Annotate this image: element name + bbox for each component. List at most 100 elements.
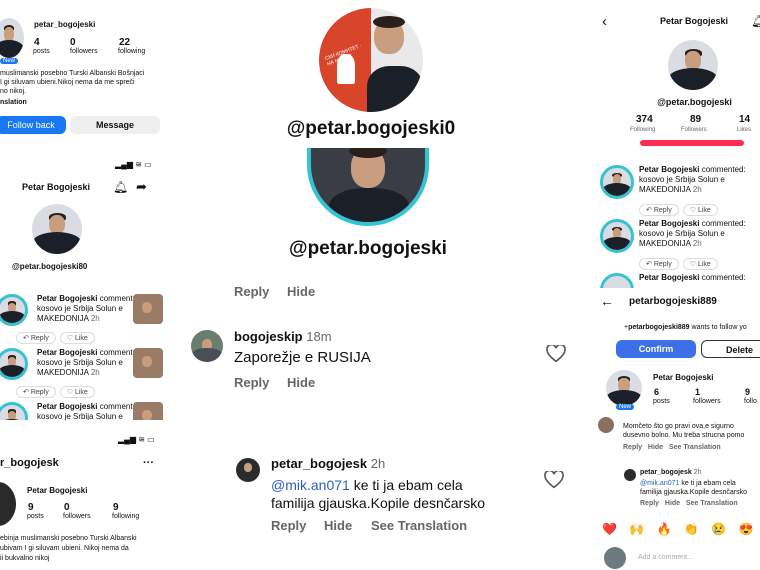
follow-request-text: +petarbogojeski889 wants to follow yo	[624, 324, 747, 331]
panel-profile-header-2: @petar.bogojeski ___ __ ___	[185, 148, 585, 278]
stat-following-value: 374	[636, 114, 653, 125]
avatar: СКИ КОМИТЕТ · НА НАРОД	[319, 8, 423, 112]
heart-eyes-emoji[interactable]: 😍	[738, 522, 753, 536]
like-button[interactable]: ♡ Like	[59, 332, 95, 344]
avatar	[668, 40, 718, 90]
like-button[interactable]: ♡ Like	[682, 258, 718, 270]
stat-following-label: Following	[630, 127, 656, 133]
follow-back-button[interactable]: Follow back	[0, 116, 66, 134]
video-thumbnail[interactable]	[133, 402, 163, 420]
list-item[interactable]: Petar Bogojeski commented: kosovo je Srbi…	[0, 292, 175, 344]
comment-header: petar_bogojesk 2h	[271, 456, 385, 471]
list-item[interactable]: Petar Bogojeski commented: kosovo je Srbi…	[592, 163, 760, 216]
stat-followers-label: Followers	[681, 127, 707, 133]
comment-text: Momčeto što go pravi ova,e sigurno dusevn…	[623, 423, 745, 439]
share-icon[interactable]: ➦	[136, 179, 147, 195]
comment-time: 18m	[306, 329, 332, 344]
confirm-button[interactable]: Confirm	[616, 340, 696, 358]
like-button[interactable]: ♡ Like	[682, 204, 718, 216]
hide-button[interactable]: Hide	[287, 284, 315, 299]
crying-emoji[interactable]: 😢	[711, 522, 726, 536]
like-button[interactable]: ♡ Like	[59, 386, 95, 398]
fire-emoji[interactable]: 🔥	[657, 522, 672, 536]
comment-input[interactable]: Add a comment...	[638, 554, 693, 561]
commenter-name: Petar Bogojeski	[37, 294, 98, 303]
comment-text: @mik.an071 ke ti ja ebam cela familija gj…	[271, 477, 485, 511]
profile-username: @petar.bogojeski0	[286, 118, 456, 139]
heart-emoji[interactable]: ❤️	[602, 522, 617, 536]
delete-button[interactable]: Delete	[701, 340, 760, 358]
profile-name: Petar Bogojeski	[27, 486, 88, 495]
commenter-name: Petar Bogojeski	[37, 402, 98, 411]
list-item[interactable]: Petar Bogojeski commented:	[592, 271, 760, 288]
profile-username: @petar.bogojeski	[657, 97, 732, 107]
reply-button[interactable]: Reply	[234, 375, 269, 390]
video-thumbnail[interactable]	[133, 294, 163, 324]
stat-following-label: follo	[744, 398, 757, 405]
list-item[interactable]: Petar Bogojeski commented: kosovo je Srbi…	[592, 217, 760, 270]
hide-button[interactable]: Hide	[665, 500, 680, 507]
reply-button[interactable]: ↶ Reply	[639, 258, 679, 270]
hide-button[interactable]: Hide	[648, 444, 663, 451]
bio-line: muslimanski posebno Turski Albanski Bošn…	[0, 70, 145, 77]
stat-followers-value: 89	[690, 114, 702, 125]
avatar	[0, 18, 24, 58]
raising-hands-emoji[interactable]: 🙌	[629, 522, 644, 536]
reply-button[interactable]: Reply	[234, 284, 269, 299]
list-item[interactable]: Petar Bogojeski commented: kosovo je Srbi…	[0, 400, 175, 420]
comment-text: @mik.an071 ke ti ja ebam cela familija gj…	[640, 480, 747, 496]
stat-posts-value: 4	[34, 37, 40, 48]
avatar	[598, 417, 614, 433]
avatar	[606, 370, 642, 406]
panel-profile-header-1: СКИ КОМИТЕТ · НА НАРОД @petar.bogojeski0	[185, 0, 585, 148]
stat-followers-label: followers	[70, 48, 98, 55]
mention-link[interactable]: @mik.an071	[640, 480, 679, 487]
comment-text: Zaporežje e RUSIJA	[234, 349, 371, 366]
status-bar-icons: ▂▄▆ ≋ ▭	[118, 435, 155, 444]
message-button[interactable]: Message	[70, 116, 160, 134]
reply-button[interactable]: ↶ Reply	[16, 332, 56, 344]
stat-likes-label: Likes	[737, 127, 752, 133]
avatar	[0, 482, 16, 526]
reply-button[interactable]: Reply	[623, 444, 642, 451]
see-translation-link[interactable]: See Translation	[371, 518, 467, 533]
stat-followers-label: followers	[63, 513, 91, 520]
cut-off-text: ___ __ ___	[304, 266, 416, 278]
bell-icon[interactable]: 🔔︎	[751, 14, 760, 28]
bio-line: I gi siluvam ubieni.Nikoj nema da me spr…	[0, 79, 135, 86]
list-item[interactable]: Petar Bogojeski commented: kosovo je Srbi…	[0, 346, 175, 398]
panel-instagram-requests: ← petarbogojeski889 +petarbogojeski889 w…	[592, 288, 760, 570]
reply-button[interactable]: ↶ Reply	[639, 204, 679, 216]
stat-followers-label: followers	[693, 398, 721, 405]
back-arrow-icon[interactable]: ‹	[602, 13, 607, 30]
commenter-name: Petar Bogojeski	[37, 348, 98, 357]
hide-button[interactable]: Hide	[287, 375, 315, 390]
comment-username[interactable]: petar_bogojesk	[271, 456, 367, 471]
reply-button[interactable]: Reply	[640, 500, 659, 507]
stat-posts-value: 6	[654, 387, 660, 397]
back-arrow-icon[interactable]: ←	[600, 293, 614, 309]
bell-icon[interactable]: 🔔︎	[113, 180, 128, 194]
more-options-icon[interactable]: ···	[143, 457, 154, 469]
heart-icon[interactable]	[546, 345, 566, 363]
stat-likes-value: 14	[739, 114, 751, 125]
avatar	[624, 469, 636, 481]
comment-username[interactable]: bogojeskip	[234, 329, 303, 344]
panel-comments-main: Reply Hide bogojeskip 18m Zaporežje e RU…	[185, 278, 585, 570]
see-translation-link[interactable]: See Translation	[686, 500, 738, 507]
heart-icon[interactable]	[544, 471, 564, 489]
stat-posts-value: 9	[28, 502, 34, 513]
panel-tiktok-profile: ‹ Petar Bogojeski 🔔︎ @petar.bogojeski 37…	[592, 0, 760, 288]
follow-button[interactable]	[640, 140, 744, 146]
video-thumbnail[interactable]	[133, 348, 163, 378]
reply-button[interactable]: Reply	[271, 518, 306, 533]
see-translation-link[interactable]: See Translation	[669, 444, 721, 451]
clap-emoji[interactable]: 👏	[684, 522, 699, 536]
hide-button[interactable]: Hide	[324, 518, 352, 533]
status-bar-icons: ▂▄▆ ≋ ▭	[115, 160, 152, 169]
profile-username: petar_bogojeski	[34, 20, 96, 29]
stat-followers-value: 0	[64, 502, 70, 513]
mention-link[interactable]: @mik.an071	[271, 477, 350, 493]
see-translation-link[interactable]: nslation	[0, 99, 27, 106]
reply-button[interactable]: ↶ Reply	[16, 386, 56, 398]
